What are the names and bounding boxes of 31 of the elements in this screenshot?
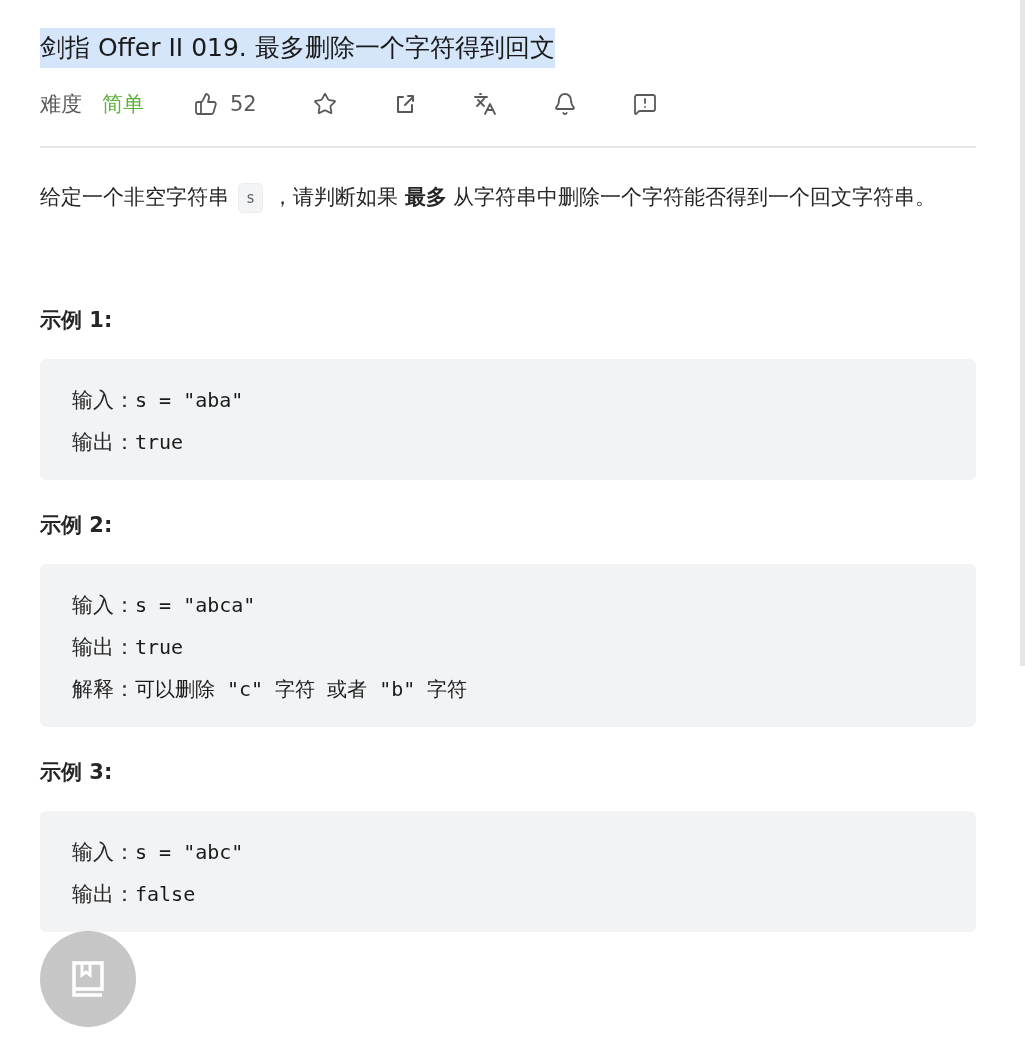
example-heading: 示例 3: (40, 759, 114, 786)
example-label: 输出： (72, 429, 135, 456)
example-label: 解释： (72, 676, 135, 703)
inline-code: s (238, 183, 264, 213)
example-label: 输出： (72, 634, 135, 661)
example-value: s = "abc" (135, 839, 244, 866)
problem-title: 剑指 Offer II 019. 最多删除一个字符得到回文 (40, 28, 555, 68)
difficulty-value: 简单 (102, 91, 144, 118)
notification-button[interactable] (552, 92, 577, 116)
example-label: 输入： (72, 839, 135, 866)
description-text: 给定一个非空字符串 (40, 185, 229, 209)
example-heading: 示例 2: (40, 512, 114, 539)
example-value: true (135, 634, 184, 661)
thumbs-up-icon (194, 92, 218, 116)
translate-button[interactable] (472, 92, 497, 116)
favorite-button[interactable] (312, 92, 337, 116)
example-value: s = "aba" (135, 387, 244, 414)
example-label: 输入： (72, 592, 135, 619)
example-value: 可以删除 "c" 字符 或者 "b" 字符 (135, 676, 468, 703)
example-label: 输出： (72, 881, 135, 908)
example-label: 输入： (72, 387, 135, 414)
scrollbar[interactable] (1020, 0, 1025, 666)
feedback-button[interactable] (632, 92, 657, 116)
example-heading: 示例 1: (40, 307, 114, 334)
example-value: s = "abca" (135, 592, 256, 619)
difficulty-label: 难度 (40, 91, 82, 118)
like-button[interactable]: 52 (194, 92, 257, 116)
example-value: true (135, 429, 184, 456)
book-icon (71, 961, 105, 997)
example-value: false (135, 881, 196, 908)
description-text: ，请判断如果 最多 从字符串中删除一个字符能否得到一个回文字符串。 (272, 185, 937, 209)
